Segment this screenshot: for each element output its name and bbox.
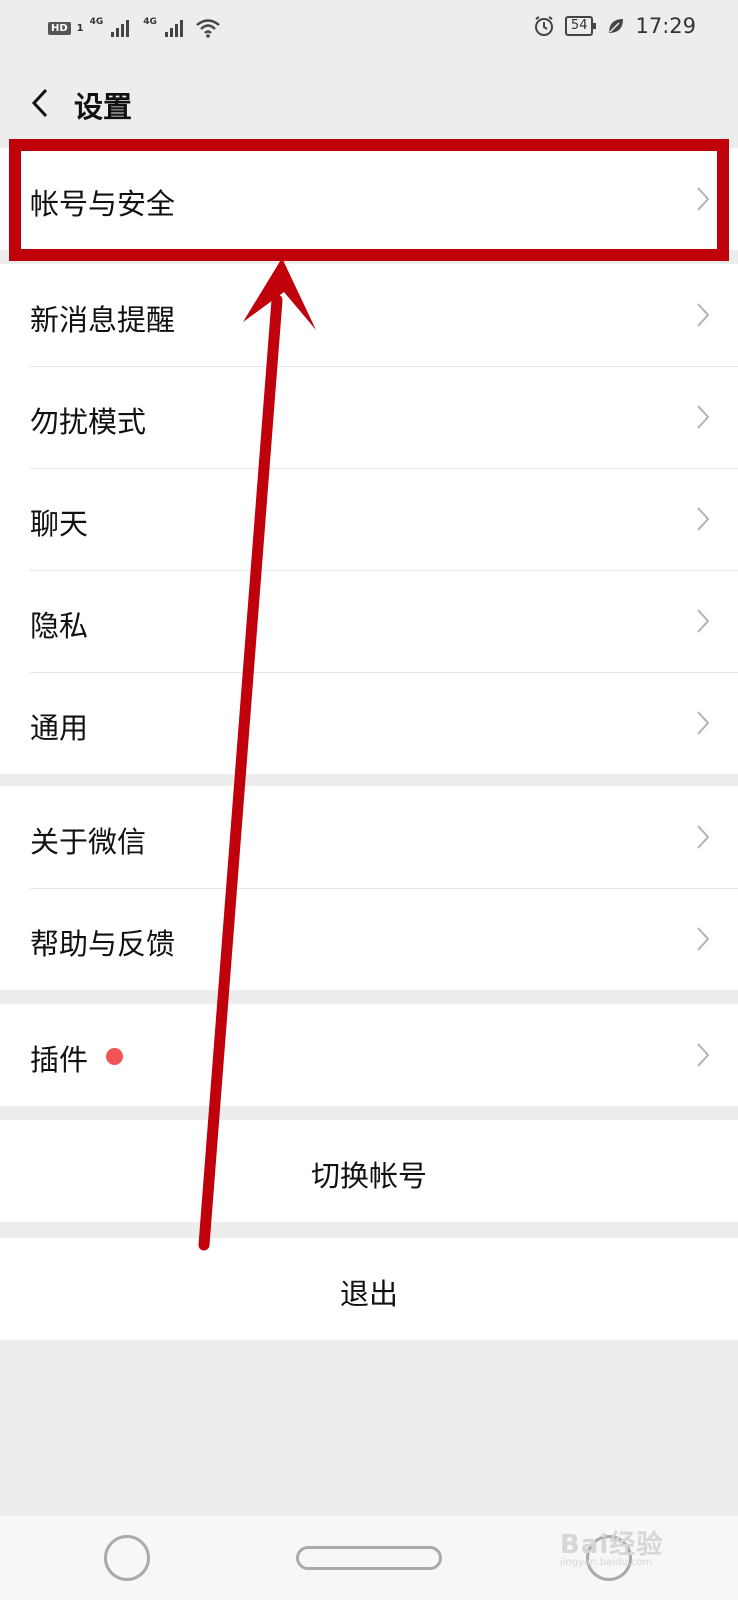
settings-item-notifications[interactable]: 新消息提醒 (0, 264, 738, 366)
settings-item-account-security[interactable]: 帐号与安全 (0, 148, 738, 250)
chevron-right-icon (697, 405, 710, 429)
settings-group-account: 帐号与安全 (0, 148, 738, 250)
status-bar: HD 1 4G 4G 54 17:29 (0, 0, 738, 62)
logout-button[interactable]: 退出 (0, 1238, 738, 1340)
chevron-right-icon (697, 825, 710, 849)
settings-item-label: 帐号与安全 (30, 187, 176, 221)
system-nav-bar: Bai经验 jingyan.baidu.com (0, 1516, 738, 1600)
settings-group-about: 关于微信 帮助与反馈 (0, 786, 738, 990)
sim-number: 1 (76, 22, 84, 34)
settings-item-privacy[interactable]: 隐私 (0, 570, 738, 672)
page-header: 设置 (0, 62, 738, 146)
settings-item-chat[interactable]: 聊天 (0, 468, 738, 570)
leaf-icon (609, 19, 624, 33)
settings-item-label: 新消息提醒 (30, 303, 176, 337)
settings-group-plugins: 插件 (0, 1004, 738, 1106)
back-arrow-icon[interactable] (26, 88, 56, 118)
settings-item-about-wechat[interactable]: 关于微信 (0, 786, 738, 888)
watermark-brand-suffix: 经验 (609, 1530, 664, 1560)
status-bar-left: HD 1 4G 4G (48, 17, 221, 38)
home-gesture-bar[interactable] (296, 1546, 442, 1570)
new-badge-dot (106, 1048, 123, 1065)
chevron-right-icon (697, 711, 710, 735)
chevron-right-icon (697, 1043, 710, 1067)
battery-indicator: 54 (564, 16, 596, 36)
page-title: 设置 (74, 90, 133, 124)
chevron-right-icon (697, 303, 710, 327)
wifi-icon (196, 19, 220, 38)
settings-item-label: 聊天 (30, 507, 89, 541)
chevron-right-icon (697, 609, 710, 633)
settings-item-label: 勿扰模式 (30, 405, 147, 439)
settings-item-label: 插件 (30, 1043, 89, 1077)
logout-label: 退出 (339, 1277, 398, 1311)
switch-account-label: 切换帐号 (310, 1159, 427, 1193)
settings-item-general[interactable]: 通用 (0, 672, 738, 774)
network-type-2: 4G (143, 17, 157, 27)
settings-item-label: 帮助与反馈 (30, 927, 176, 961)
assistant-button[interactable] (104, 1535, 150, 1581)
clock-time: 17:29 (635, 14, 696, 38)
settings-item-label: 隐私 (30, 609, 89, 643)
signal-icon (111, 19, 130, 37)
switch-account-button[interactable]: 切换帐号 (0, 1120, 738, 1222)
settings-item-help-feedback[interactable]: 帮助与反馈 (0, 888, 738, 990)
alarm-icon (534, 16, 553, 36)
chevron-right-icon (697, 507, 710, 531)
signal-icon (164, 19, 183, 37)
status-bar-right: 54 17:29 (533, 14, 696, 38)
settings-item-label: 通用 (30, 711, 89, 745)
chevron-right-icon (697, 927, 710, 951)
network-type-1: 4G (89, 17, 104, 27)
hd-badge: HD (48, 21, 71, 35)
settings-item-plugins[interactable]: 插件 (0, 1004, 738, 1106)
baidu-watermark: Bai经验 jingyan.baidu.com (560, 1524, 663, 1568)
chevron-right-icon (697, 187, 710, 211)
settings-item-do-not-disturb[interactable]: 勿扰模式 (0, 366, 738, 468)
settings-item-label: 关于微信 (30, 825, 147, 859)
settings-group-general: 新消息提醒 勿扰模式 聊天 隐私 通用 (0, 264, 738, 774)
watermark-brand: Bai (560, 1530, 610, 1560)
watermark-url: jingyan.baidu.com (560, 1557, 653, 1568)
